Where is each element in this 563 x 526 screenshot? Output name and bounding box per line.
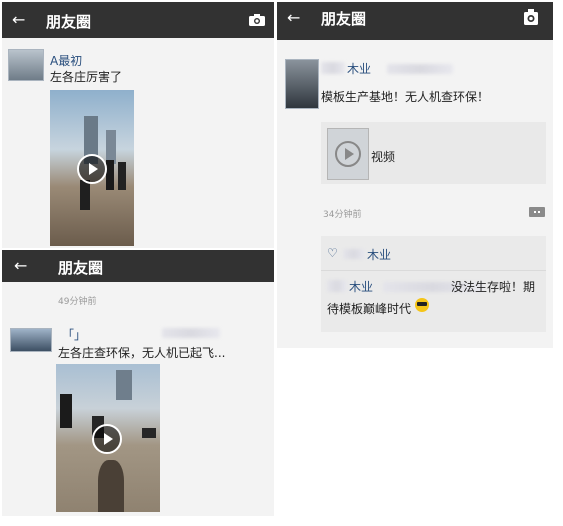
top-bar: ← 朋友圈 xyxy=(277,2,553,40)
moments-panel-a: ← 朋友圈 A最初 左各庄厉害了 xyxy=(2,2,274,248)
top-bar: ← 朋友圈 xyxy=(2,250,274,282)
blurred-name xyxy=(387,64,453,74)
post-timestamp: 34分钟前 xyxy=(323,210,362,220)
commenter-name[interactable]: 木业 xyxy=(349,278,373,295)
heart-icon: ♡ xyxy=(327,246,338,260)
page-title: 朋友圈 xyxy=(58,259,104,277)
comment-text-line2: 待模板巅峰时代 xyxy=(327,302,412,316)
post-author[interactable]: 「」 xyxy=(62,326,86,343)
page-title: 朋友圈 xyxy=(321,10,367,28)
liker-name[interactable]: 木业 xyxy=(367,246,391,263)
shared-video-card[interactable]: 视频 xyxy=(321,122,546,184)
person xyxy=(142,428,156,438)
likes-divider xyxy=(321,270,546,271)
blurred-name xyxy=(343,249,365,259)
play-circle-icon xyxy=(335,141,361,167)
post-author[interactable]: A最初 xyxy=(50,52,82,69)
comment-text-line1: 没法生存啦！期 xyxy=(451,280,536,294)
play-icon[interactable] xyxy=(92,424,122,454)
person xyxy=(106,160,114,190)
likes-comments-box: ♡ 木业 木业 没法生存啦！期 待模板巅峰时代 xyxy=(321,236,546,332)
post-text: 模板生产基地！无人机查环保！ xyxy=(321,90,490,104)
blurred-name xyxy=(327,280,347,292)
building xyxy=(106,130,116,164)
back-arrow-icon[interactable]: ← xyxy=(14,256,27,275)
moments-panel-c: ← 朋友圈 木业 模板生产基地！无人机查环保！ 视频 34分钟前 ♡ 木业 木业… xyxy=(277,2,553,348)
sunglasses-emoji-icon xyxy=(415,298,429,312)
camera-icon[interactable] xyxy=(248,13,266,27)
post-text: 左各庄查环保，无人机已起飞... xyxy=(58,346,226,360)
camera-icon[interactable] xyxy=(523,8,539,26)
blurred-name xyxy=(162,328,220,338)
comment-icon[interactable] xyxy=(529,207,545,217)
top-bar: ← 朋友圈 xyxy=(2,2,274,38)
post-video-thumbnail[interactable] xyxy=(56,364,160,512)
shadow xyxy=(98,460,124,512)
avatar[interactable] xyxy=(285,59,319,109)
page-title: 朋友圈 xyxy=(46,13,92,31)
video-thumbnail xyxy=(327,128,369,180)
avatar[interactable] xyxy=(8,49,44,81)
moments-panel-b: ← 朋友圈 49分钟前 「」 左各庄查环保，无人机已起飞... xyxy=(2,250,274,516)
post-text: 左各庄厉害了 xyxy=(50,70,123,84)
play-icon[interactable] xyxy=(77,154,107,184)
video-label: 视频 xyxy=(371,150,396,164)
blurred-name xyxy=(321,62,345,74)
back-arrow-icon[interactable]: ← xyxy=(12,10,25,29)
person xyxy=(60,394,72,428)
post-video-thumbnail[interactable] xyxy=(50,90,134,246)
sunglasses xyxy=(417,302,427,306)
building xyxy=(116,370,132,400)
avatar[interactable] xyxy=(10,328,52,352)
back-arrow-icon[interactable]: ← xyxy=(287,8,300,27)
person xyxy=(80,180,90,210)
post-author[interactable]: 木业 xyxy=(347,60,371,77)
person xyxy=(118,162,126,190)
post-timestamp: 49分钟前 xyxy=(58,297,97,307)
